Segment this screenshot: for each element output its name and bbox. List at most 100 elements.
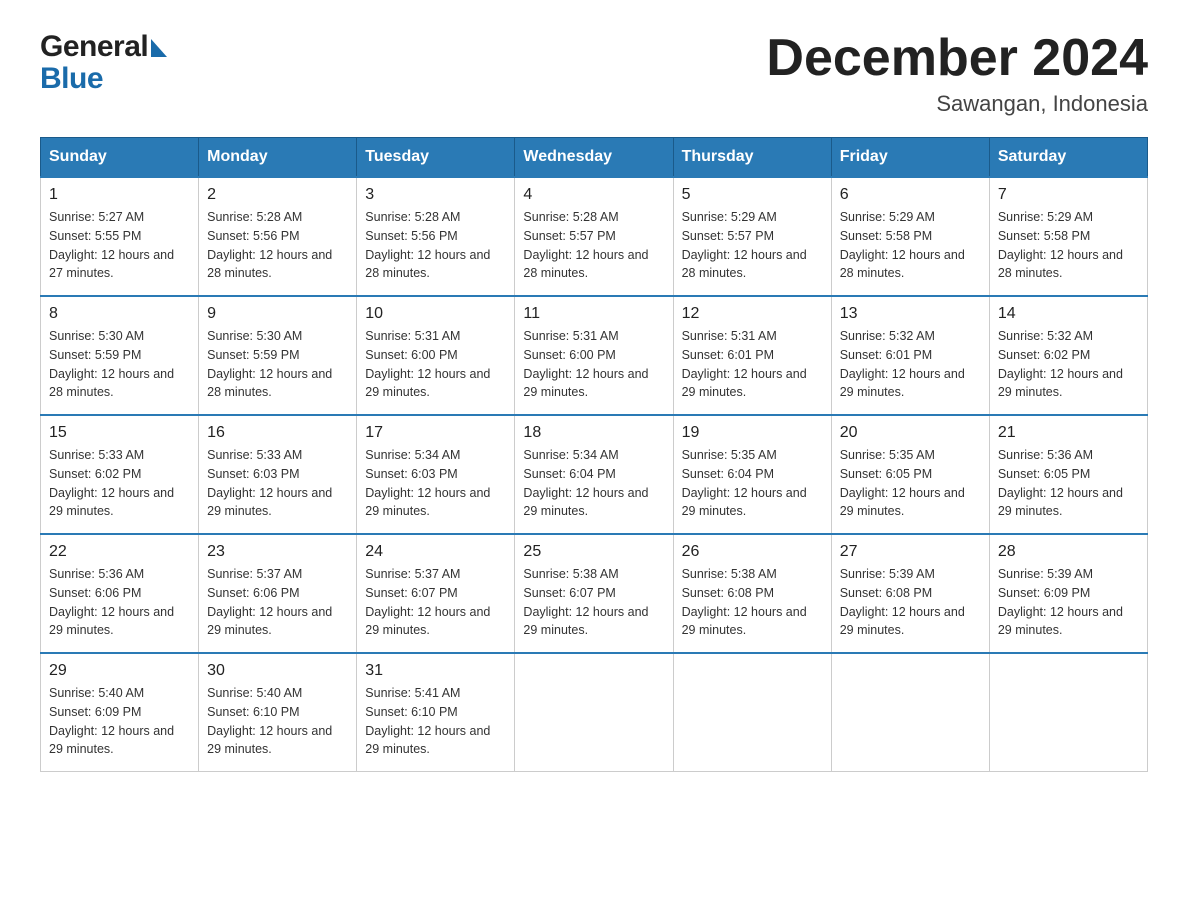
day-number: 27 xyxy=(840,543,981,561)
header-day-friday: Friday xyxy=(831,138,989,178)
calendar-cell: 2 Sunrise: 5:28 AM Sunset: 5:56 PM Dayli… xyxy=(199,177,357,296)
calendar-cell: 14 Sunrise: 5:32 AM Sunset: 6:02 PM Dayl… xyxy=(989,296,1147,415)
calendar-body: 1 Sunrise: 5:27 AM Sunset: 5:55 PM Dayli… xyxy=(41,177,1148,772)
day-number: 16 xyxy=(207,424,348,442)
day-number: 11 xyxy=(523,305,664,323)
calendar-cell: 3 Sunrise: 5:28 AM Sunset: 5:56 PM Dayli… xyxy=(357,177,515,296)
day-number: 29 xyxy=(49,662,190,680)
header-day-monday: Monday xyxy=(199,138,357,178)
day-info: Sunrise: 5:40 AM Sunset: 6:10 PM Dayligh… xyxy=(207,684,348,759)
day-number: 12 xyxy=(682,305,823,323)
day-number: 24 xyxy=(365,543,506,561)
day-number: 31 xyxy=(365,662,506,680)
header-day-wednesday: Wednesday xyxy=(515,138,673,178)
header-row: SundayMondayTuesdayWednesdayThursdayFrid… xyxy=(41,138,1148,178)
calendar-cell: 29 Sunrise: 5:40 AM Sunset: 6:09 PM Dayl… xyxy=(41,653,199,772)
calendar-cell: 22 Sunrise: 5:36 AM Sunset: 6:06 PM Dayl… xyxy=(41,534,199,653)
day-number: 9 xyxy=(207,305,348,323)
calendar-cell: 17 Sunrise: 5:34 AM Sunset: 6:03 PM Dayl… xyxy=(357,415,515,534)
calendar-cell: 11 Sunrise: 5:31 AM Sunset: 6:00 PM Dayl… xyxy=(515,296,673,415)
calendar-cell: 7 Sunrise: 5:29 AM Sunset: 5:58 PM Dayli… xyxy=(989,177,1147,296)
day-number: 8 xyxy=(49,305,190,323)
day-info: Sunrise: 5:28 AM Sunset: 5:57 PM Dayligh… xyxy=(523,208,664,283)
calendar-cell xyxy=(831,653,989,772)
calendar-cell: 10 Sunrise: 5:31 AM Sunset: 6:00 PM Dayl… xyxy=(357,296,515,415)
week-row-3: 15 Sunrise: 5:33 AM Sunset: 6:02 PM Dayl… xyxy=(41,415,1148,534)
logo-triangle-icon xyxy=(151,39,167,57)
day-number: 13 xyxy=(840,305,981,323)
calendar-cell xyxy=(673,653,831,772)
day-number: 25 xyxy=(523,543,664,561)
day-info: Sunrise: 5:31 AM Sunset: 6:00 PM Dayligh… xyxy=(523,327,664,402)
day-info: Sunrise: 5:33 AM Sunset: 6:02 PM Dayligh… xyxy=(49,446,190,521)
week-row-1: 1 Sunrise: 5:27 AM Sunset: 5:55 PM Dayli… xyxy=(41,177,1148,296)
calendar-cell: 18 Sunrise: 5:34 AM Sunset: 6:04 PM Dayl… xyxy=(515,415,673,534)
day-info: Sunrise: 5:27 AM Sunset: 5:55 PM Dayligh… xyxy=(49,208,190,283)
location-text: Sawangan, Indonesia xyxy=(766,91,1148,117)
day-number: 18 xyxy=(523,424,664,442)
day-number: 20 xyxy=(840,424,981,442)
day-info: Sunrise: 5:29 AM Sunset: 5:58 PM Dayligh… xyxy=(998,208,1139,283)
day-number: 3 xyxy=(365,186,506,204)
day-number: 23 xyxy=(207,543,348,561)
header-day-tuesday: Tuesday xyxy=(357,138,515,178)
calendar-cell xyxy=(989,653,1147,772)
calendar-header: SundayMondayTuesdayWednesdayThursdayFrid… xyxy=(41,138,1148,178)
calendar-cell: 20 Sunrise: 5:35 AM Sunset: 6:05 PM Dayl… xyxy=(831,415,989,534)
day-info: Sunrise: 5:39 AM Sunset: 6:08 PM Dayligh… xyxy=(840,565,981,640)
calendar-cell: 6 Sunrise: 5:29 AM Sunset: 5:58 PM Dayli… xyxy=(831,177,989,296)
logo: General Blue xyxy=(40,30,167,96)
header-day-thursday: Thursday xyxy=(673,138,831,178)
logo-blue-text: Blue xyxy=(40,62,103,96)
day-number: 21 xyxy=(998,424,1139,442)
day-info: Sunrise: 5:37 AM Sunset: 6:07 PM Dayligh… xyxy=(365,565,506,640)
calendar-cell: 25 Sunrise: 5:38 AM Sunset: 6:07 PM Dayl… xyxy=(515,534,673,653)
calendar-cell: 19 Sunrise: 5:35 AM Sunset: 6:04 PM Dayl… xyxy=(673,415,831,534)
week-row-5: 29 Sunrise: 5:40 AM Sunset: 6:09 PM Dayl… xyxy=(41,653,1148,772)
day-number: 26 xyxy=(682,543,823,561)
calendar-cell: 27 Sunrise: 5:39 AM Sunset: 6:08 PM Dayl… xyxy=(831,534,989,653)
day-number: 14 xyxy=(998,305,1139,323)
day-number: 15 xyxy=(49,424,190,442)
day-info: Sunrise: 5:29 AM Sunset: 5:58 PM Dayligh… xyxy=(840,208,981,283)
calendar-cell xyxy=(515,653,673,772)
calendar-cell: 28 Sunrise: 5:39 AM Sunset: 6:09 PM Dayl… xyxy=(989,534,1147,653)
day-info: Sunrise: 5:37 AM Sunset: 6:06 PM Dayligh… xyxy=(207,565,348,640)
day-number: 10 xyxy=(365,305,506,323)
calendar-cell: 16 Sunrise: 5:33 AM Sunset: 6:03 PM Dayl… xyxy=(199,415,357,534)
day-info: Sunrise: 5:32 AM Sunset: 6:01 PM Dayligh… xyxy=(840,327,981,402)
day-number: 7 xyxy=(998,186,1139,204)
day-info: Sunrise: 5:36 AM Sunset: 6:06 PM Dayligh… xyxy=(49,565,190,640)
day-info: Sunrise: 5:30 AM Sunset: 5:59 PM Dayligh… xyxy=(207,327,348,402)
day-number: 30 xyxy=(207,662,348,680)
day-info: Sunrise: 5:30 AM Sunset: 5:59 PM Dayligh… xyxy=(49,327,190,402)
day-info: Sunrise: 5:31 AM Sunset: 6:01 PM Dayligh… xyxy=(682,327,823,402)
day-info: Sunrise: 5:33 AM Sunset: 6:03 PM Dayligh… xyxy=(207,446,348,521)
day-number: 28 xyxy=(998,543,1139,561)
day-info: Sunrise: 5:41 AM Sunset: 6:10 PM Dayligh… xyxy=(365,684,506,759)
day-number: 5 xyxy=(682,186,823,204)
calendar-cell: 30 Sunrise: 5:40 AM Sunset: 6:10 PM Dayl… xyxy=(199,653,357,772)
day-info: Sunrise: 5:34 AM Sunset: 6:04 PM Dayligh… xyxy=(523,446,664,521)
day-info: Sunrise: 5:31 AM Sunset: 6:00 PM Dayligh… xyxy=(365,327,506,402)
calendar-cell: 24 Sunrise: 5:37 AM Sunset: 6:07 PM Dayl… xyxy=(357,534,515,653)
calendar-table: SundayMondayTuesdayWednesdayThursdayFrid… xyxy=(40,137,1148,772)
page-header: General Blue December 2024 Sawangan, Ind… xyxy=(40,30,1148,117)
calendar-cell: 31 Sunrise: 5:41 AM Sunset: 6:10 PM Dayl… xyxy=(357,653,515,772)
day-number: 1 xyxy=(49,186,190,204)
week-row-2: 8 Sunrise: 5:30 AM Sunset: 5:59 PM Dayli… xyxy=(41,296,1148,415)
day-info: Sunrise: 5:35 AM Sunset: 6:05 PM Dayligh… xyxy=(840,446,981,521)
day-number: 6 xyxy=(840,186,981,204)
logo-general-text: General xyxy=(40,30,148,64)
day-info: Sunrise: 5:36 AM Sunset: 6:05 PM Dayligh… xyxy=(998,446,1139,521)
day-info: Sunrise: 5:34 AM Sunset: 6:03 PM Dayligh… xyxy=(365,446,506,521)
day-info: Sunrise: 5:39 AM Sunset: 6:09 PM Dayligh… xyxy=(998,565,1139,640)
calendar-cell: 15 Sunrise: 5:33 AM Sunset: 6:02 PM Dayl… xyxy=(41,415,199,534)
header-day-saturday: Saturday xyxy=(989,138,1147,178)
calendar-cell: 4 Sunrise: 5:28 AM Sunset: 5:57 PM Dayli… xyxy=(515,177,673,296)
day-info: Sunrise: 5:28 AM Sunset: 5:56 PM Dayligh… xyxy=(207,208,348,283)
calendar-cell: 8 Sunrise: 5:30 AM Sunset: 5:59 PM Dayli… xyxy=(41,296,199,415)
day-info: Sunrise: 5:35 AM Sunset: 6:04 PM Dayligh… xyxy=(682,446,823,521)
calendar-cell: 12 Sunrise: 5:31 AM Sunset: 6:01 PM Dayl… xyxy=(673,296,831,415)
month-title: December 2024 xyxy=(766,30,1148,87)
